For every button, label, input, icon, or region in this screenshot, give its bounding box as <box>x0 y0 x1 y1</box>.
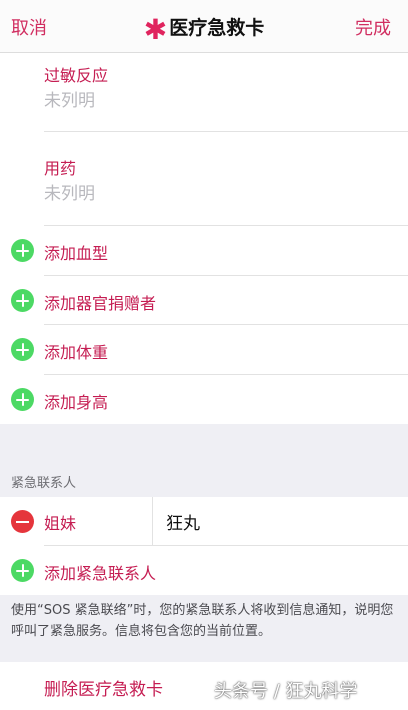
allergies-label: 过敏反应 <box>44 66 109 85</box>
add-plus-icon[interactable] <box>11 388 34 411</box>
add-plus-icon[interactable] <box>11 559 34 582</box>
medications-label: 用药 <box>44 159 77 178</box>
add-height-row[interactable]: 添加身高 <box>0 375 408 424</box>
add-emergency-contact-row[interactable]: 添加紧急联系人 <box>0 546 408 595</box>
add-weight-row[interactable]: 添加体重 <box>0 325 408 374</box>
add-plus-icon[interactable] <box>11 289 34 312</box>
medications-value: 未列明 <box>44 184 95 204</box>
contact-relationship[interactable]: 姐妹 <box>44 510 76 534</box>
sos-info-note: 使用“SOS 紧急联络”时，您的紧急联系人将收到信息通知，说明您呼叫了紧急服务。… <box>11 603 394 639</box>
allergies-value: 未列明 <box>44 91 95 111</box>
watermark: 头条号 / 狂丸科学 <box>214 681 358 702</box>
divider <box>152 497 153 545</box>
add-blood-type-row[interactable]: 添加血型 <box>0 226 408 275</box>
add-blood-type-label: 添加血型 <box>44 244 109 263</box>
add-height-label: 添加身高 <box>44 393 109 412</box>
divider <box>44 131 408 132</box>
medical-star-icon: ✱ <box>143 13 168 46</box>
add-weight-label: 添加体重 <box>44 343 109 362</box>
navigation-bar: 取消 ✱ 医疗急救卡 完成 <box>0 0 408 53</box>
add-plus-icon[interactable] <box>11 239 34 262</box>
delete-medical-id-button[interactable]: 删除医疗急救卡 <box>44 675 163 700</box>
contact-name: 狂丸 <box>166 514 200 534</box>
page-title-text: 医疗急救卡 <box>169 17 265 39</box>
add-emergency-contact-label: 添加紧急联系人 <box>44 564 157 583</box>
page-title: ✱ 医疗急救卡 <box>0 13 408 46</box>
add-organ-donor-row[interactable]: 添加器官捐赠者 <box>0 276 408 325</box>
add-plus-icon[interactable] <box>11 338 34 361</box>
emergency-contacts-header: 紧急联系人 <box>11 476 77 491</box>
emergency-contact-row[interactable]: 姐妹 狂丸 <box>0 497 408 545</box>
remove-minus-icon[interactable] <box>11 510 34 533</box>
add-organ-donor-label: 添加器官捐赠者 <box>44 294 157 313</box>
done-button[interactable]: 完成 <box>355 14 391 40</box>
